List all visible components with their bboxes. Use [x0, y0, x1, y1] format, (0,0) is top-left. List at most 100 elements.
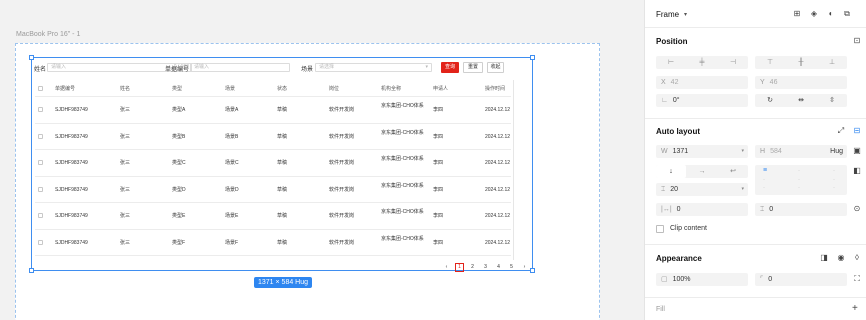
align-dot[interactable]: ·	[798, 185, 800, 191]
table-row[interactable]: SJDHF983749 张三 类型B 场景B 草稿 软件开发岗 京东集团-CHO体系 李四 20…	[35, 124, 511, 150]
horizontal-direction-icon[interactable]: →	[687, 165, 717, 178]
table-cell: 草稿	[277, 186, 288, 193]
divider	[645, 27, 866, 28]
copy-icon[interactable]: ⧉	[842, 9, 852, 19]
resize-handle[interactable]	[530, 55, 535, 60]
align-dot[interactable]: ·	[763, 177, 765, 183]
page-button[interactable]: 1	[455, 263, 464, 272]
alignment-grid[interactable]: ≡ · · · · · · · ·	[755, 165, 847, 195]
opacity-field[interactable]: ▢ 100%	[656, 273, 748, 286]
table-scrollbar[interactable]	[513, 80, 514, 260]
align-dot[interactable]: ·	[798, 168, 800, 174]
align-right-icon[interactable]: ⊣	[718, 56, 748, 69]
vertical-direction-icon[interactable]: ↓	[656, 165, 686, 178]
h-mode: Hug	[830, 148, 843, 155]
layer-type-title[interactable]: Frame	[656, 10, 679, 19]
row-checkbox[interactable]	[38, 213, 43, 218]
align-dot[interactable]: ·	[833, 185, 835, 191]
chevron-down-icon[interactable]: ▾	[684, 11, 687, 18]
layout-guide-icon[interactable]: ◧	[852, 166, 862, 176]
chevron-down-icon: ▾	[425, 64, 428, 70]
page-button[interactable]: 5	[507, 263, 516, 272]
constraints-icon[interactable]: ⊡	[852, 36, 862, 46]
add-fill-button[interactable]: +	[852, 303, 858, 314]
vertical-padding-field[interactable]: ⌶ 0	[755, 203, 847, 216]
height-field[interactable]: H 584 Hug	[755, 145, 847, 158]
rotation-field[interactable]: ∟ 0°	[656, 94, 748, 107]
frame-name-label[interactable]: MacBook Pro 16" - 1	[16, 31, 80, 38]
table-cell: 软件开发岗	[329, 160, 355, 166]
prev-page-button[interactable]: ‹	[442, 263, 451, 272]
row-checkbox[interactable]	[38, 186, 43, 192]
resize-handle[interactable]	[530, 268, 535, 273]
table-cell: 京东集团-CHO体系	[381, 182, 424, 189]
horizontal-align-group: ⊢ ╪ ⊣	[656, 56, 748, 69]
page-button[interactable]: 3	[481, 263, 490, 272]
align-dot[interactable]: ·	[833, 168, 835, 174]
rotate-icon[interactable]: ↻	[755, 94, 785, 107]
select-all-checkbox[interactable]	[38, 86, 43, 91]
scene-select-placeholder: 请选择	[319, 64, 335, 70]
row-checkbox[interactable]	[38, 160, 43, 165]
gap-field[interactable]: ⌶ 20 ▾	[656, 183, 748, 196]
align-dot[interactable]: ·	[833, 177, 835, 183]
clip-content-checkbox[interactable]	[656, 225, 664, 233]
contrast-icon[interactable]: ◐	[826, 9, 836, 19]
table-cell: 李四	[433, 133, 444, 140]
row-checkbox[interactable]	[38, 133, 43, 139]
table-cell: 软件开发岗	[329, 239, 355, 246]
table-cell: 2024.12.12	[485, 160, 511, 166]
column-header: 操作时间	[485, 86, 506, 92]
align-center-h-icon[interactable]: ╪	[687, 56, 717, 69]
table-row[interactable]: SJDHF983749 张三 类型A 场景A 草稿 软件开发岗 京东集团-CHO体系 李四 20…	[35, 97, 511, 124]
scene-select[interactable]: 请选择 ▾	[315, 63, 432, 72]
table-row[interactable]: SJDHF983749 张三 类型C 场景C 草稿 软件开发岗 京东集团-CHO体系 李四 20…	[35, 150, 511, 177]
flip-horizontal-icon[interactable]: ⇹	[786, 94, 816, 107]
row-checkbox[interactable]	[38, 107, 43, 112]
collapse-button[interactable]: 收起	[487, 62, 504, 73]
component-icon[interactable]: ◈	[809, 9, 819, 19]
reset-button[interactable]: 重置	[463, 62, 483, 73]
column-header: 机构全称	[381, 86, 402, 92]
table-row[interactable]: SJDHF983749 张三 类型F 场景F 草稿 软件开发岗 京东集团-CHO体系 李四 20…	[35, 230, 511, 256]
table-cell: SJDHF983749	[55, 133, 88, 140]
selected-frame[interactable]: 姓名 请输入 0 / 100 单据编号 请输入 场景 请选择 ▾ 查询 重置 收…	[29, 55, 535, 273]
auto-layout-icon[interactable]: ⊟	[852, 126, 862, 136]
resize-handle[interactable]	[29, 55, 34, 60]
eye-icon[interactable]: ◉	[836, 253, 846, 263]
x-position-field[interactable]: X 42	[656, 76, 748, 89]
expand-corners-icon[interactable]: ⛶	[852, 274, 862, 284]
resize-icon[interactable]: ⤢	[836, 126, 846, 136]
row-checkbox[interactable]	[38, 239, 43, 245]
design-canvas[interactable]: MacBook Pro 16" - 1 姓名 请输入 0 / 100 单据编号 …	[0, 0, 644, 320]
table-row[interactable]: SJDHF983749 张三 类型E 场景E 草稿 软件开发岗 京东集团-CHO体系 李四 20…	[35, 203, 511, 230]
align-top-left-icon[interactable]: ≡	[763, 167, 767, 174]
opacity-value: 100%	[672, 276, 691, 283]
align-top-icon[interactable]: ⊤	[755, 56, 785, 69]
align-dot[interactable]: ·	[763, 185, 765, 191]
table-row[interactable]: SJDHF983749 张三 类型D 场景D 草稿 软件开发岗 京东集团-CHO体系 李四 20…	[35, 177, 511, 203]
align-bottom-icon[interactable]: ⊥	[817, 56, 847, 69]
horizontal-padding-field[interactable]: |↔| 0	[656, 203, 748, 216]
vertical-align-group: ⊤ ╫ ⊥	[755, 56, 847, 69]
query-button[interactable]: 查询	[441, 62, 459, 73]
grid-layout-icon[interactable]: ⊞	[792, 9, 802, 19]
page-button[interactable]: 4	[494, 263, 503, 272]
corner-radius-field[interactable]: ⌜ 0	[755, 273, 847, 286]
doc-number-input[interactable]: 请输入	[190, 63, 290, 72]
y-position-field[interactable]: Y 46	[755, 76, 847, 89]
align-left-icon[interactable]: ⊢	[656, 56, 686, 69]
flip-vertical-icon[interactable]: ⇳	[817, 94, 847, 107]
wrap-direction-icon[interactable]: ↩	[718, 165, 748, 178]
drop-icon[interactable]: ◊	[852, 253, 862, 263]
resize-handle[interactable]	[29, 268, 34, 273]
table-cell: 李四	[433, 213, 444, 219]
align-dot[interactable]: ·	[798, 177, 800, 183]
page-button[interactable]: 2	[468, 263, 477, 272]
style-icon[interactable]: ◨	[819, 253, 829, 263]
next-page-button[interactable]: ›	[520, 263, 529, 272]
padding-settings-icon[interactable]: ⊙	[852, 204, 862, 214]
width-field[interactable]: W 1371 ▾	[656, 145, 748, 158]
align-center-v-icon[interactable]: ╫	[786, 56, 816, 69]
image-icon[interactable]: ▣	[852, 146, 862, 156]
